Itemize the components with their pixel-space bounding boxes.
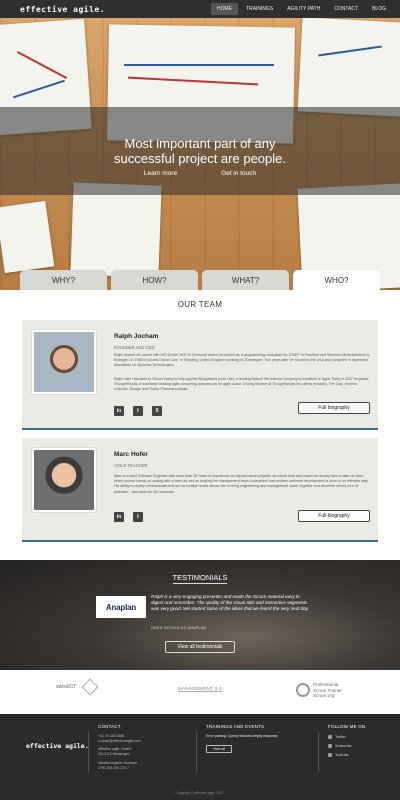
full-biography-button[interactable]: Full biography: [298, 402, 370, 414]
social-label: Twitter: [335, 735, 347, 739]
scrum-trainer-text: Professional Scrum Trainer Scrum.org: [313, 682, 342, 699]
footer-follow-heading: FOLLOW ME ON: [328, 724, 366, 729]
tab-what[interactable]: WHAT?: [202, 270, 289, 290]
title-underline: [173, 583, 227, 584]
social-label: Youtube: [335, 753, 349, 757]
rss-icon: [328, 744, 332, 748]
portrait-photo: [34, 450, 94, 510]
testimonial-author: GREG REYNOLDS ANAPLAN: [151, 626, 206, 630]
member-role: FOUNDER AND CEO: [114, 345, 155, 350]
twitter-icon: [328, 735, 332, 739]
footer-divider: [196, 732, 197, 772]
main-nav: HOME TRAININGS AGILITY PATH CONTACT BLOG: [210, 3, 392, 15]
tab-who[interactable]: WHO?: [293, 270, 380, 290]
tab-how[interactable]: HOW?: [111, 270, 198, 290]
footer-register-number: CHE-264.490.222-7: [98, 766, 130, 770]
hero-title-line-2: successful project are people.: [114, 151, 286, 166]
sketch-stroke: [124, 64, 274, 66]
testimonials-section: TESTIMONIALS Anaplan Ralph is a very eng…: [0, 560, 400, 670]
team-member-card: Ralph Jocham FOUNDER AND CEO Ralph start…: [22, 320, 378, 430]
site-footer: effective agile. CONTACT +41 79 448 6388…: [0, 714, 400, 800]
linkedin-icon[interactable]: in: [114, 512, 124, 522]
badge-line-1: Professional: [313, 682, 339, 687]
linkedin-icon[interactable]: in: [114, 406, 124, 416]
footer-logo[interactable]: effective agile.: [26, 742, 89, 750]
member-name: Ralph Jocham: [114, 333, 159, 340]
tab-why[interactable]: WHY?: [20, 270, 107, 290]
member-name: Marc Hofer: [114, 451, 148, 458]
twitter-icon[interactable]: t: [133, 406, 143, 416]
hero-banner: Most important part of any successful pr…: [0, 18, 400, 290]
footer-divider: [88, 732, 89, 772]
sketch-paper: [297, 18, 400, 117]
scrum-trainer-badge[interactable]: Professional Scrum Trainer Scrum.org: [296, 682, 342, 699]
view-all-testimonials-button[interactable]: View all testimonials: [165, 641, 235, 653]
hero-title-line-1: Most important part of any: [124, 136, 276, 151]
partner-logos: swissICT MANAGEMENT 3.0 Professional Scr…: [0, 670, 400, 714]
hero-buttons: Learn more Get in touch: [0, 170, 400, 177]
nav-agility-path[interactable]: AGILITY PATH: [281, 3, 326, 15]
footer-contact-heading: CONTACT: [98, 724, 121, 729]
team-title: OUR TEAM: [177, 300, 223, 309]
full-biography-button[interactable]: Full biography: [298, 510, 370, 522]
top-navbar: effective agile. HOME TRAININGS AGILITY …: [0, 0, 400, 18]
twitter-icon[interactable]: t: [133, 512, 143, 522]
scrum-circle-icon: [296, 683, 310, 698]
copyright-text: Copyright © effective agile 2017.: [175, 791, 225, 795]
testimonials-title: TESTIMONIALS: [172, 573, 228, 582]
sketch-paper: [70, 182, 162, 278]
nav-home[interactable]: HOME: [210, 3, 238, 15]
member-social: in t: [114, 512, 143, 522]
member-role: AGILE TEACHER: [114, 463, 148, 468]
hero-title: Most important part of any successful pr…: [0, 136, 400, 166]
footer-trainings-heading: TRAININGS AND EVENTS: [206, 724, 265, 729]
avatar: [32, 448, 96, 512]
member-bio: Ralph later relocated to Silicon Valley …: [114, 377, 369, 392]
author-name: GREG REYNOLDS: [151, 626, 187, 630]
section-tabs: WHY? HOW? WHAT? WHO?: [20, 270, 380, 290]
footer-divider: [318, 732, 319, 772]
xing-icon[interactable]: X: [152, 406, 162, 416]
site-logo[interactable]: effective agile.: [20, 5, 105, 14]
nav-trainings[interactable]: TRAININGS: [240, 3, 279, 15]
member-bio: Ralph started his career with ISO GmbH 1…: [114, 353, 370, 368]
footer-subscribe-link[interactable]: Subscribe: [328, 744, 352, 748]
anaplan-logo: Anaplan: [96, 596, 146, 618]
portrait-photo: [34, 332, 94, 392]
nav-blog[interactable]: BLOG: [366, 3, 392, 15]
footer-address-2: CH-3110 Münsingen: [98, 752, 130, 756]
sketch-paper: [0, 200, 55, 274]
avatar: [32, 330, 96, 394]
footer-youtube-link[interactable]: Youtube: [328, 753, 349, 757]
member-bio: Marc is a solid Software Engineer with m…: [114, 474, 369, 494]
footer-email[interactable]: contact@effectiveagile.com: [98, 739, 141, 744]
social-label: Subscribe: [335, 744, 352, 748]
swissict-logo[interactable]: swissICT: [56, 684, 76, 690]
author-company: ANAPLAN: [187, 626, 207, 630]
member-social: in t X: [114, 406, 162, 416]
swissict-mark-icon: [81, 678, 99, 696]
get-in-touch-button[interactable]: Get in touch: [221, 170, 256, 177]
footer-trainings-error: Error parsing: Query returned empty resp…: [206, 734, 278, 738]
management30-logo[interactable]: MANAGEMENT 3.0: [178, 686, 222, 692]
view-all-button[interactable]: View all: [206, 745, 232, 753]
badge-line-3: Scrum.org: [313, 693, 335, 698]
team-member-card: Marc Hofer AGILE TEACHER Marc is a solid…: [22, 438, 378, 542]
footer-twitter-link[interactable]: Twitter: [328, 735, 346, 739]
learn-more-button[interactable]: Learn more: [144, 170, 177, 177]
nav-contact[interactable]: CONTACT: [328, 3, 364, 15]
youtube-icon: [328, 753, 332, 757]
testimonial-quote: Ralph is a very engaging presenter and m…: [151, 594, 309, 611]
